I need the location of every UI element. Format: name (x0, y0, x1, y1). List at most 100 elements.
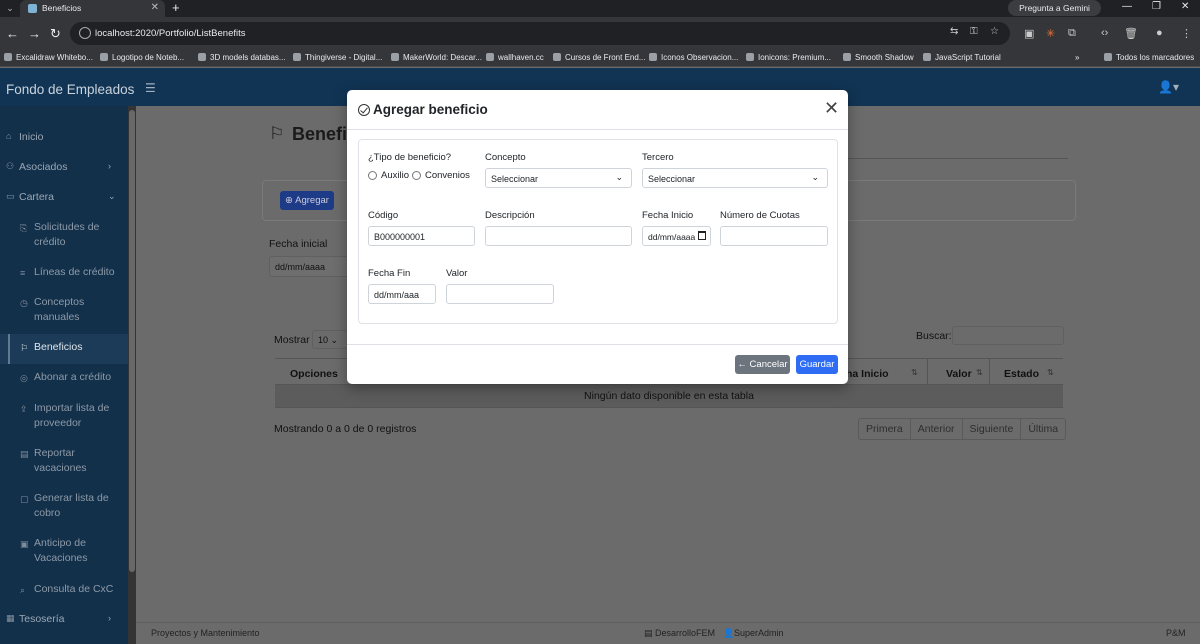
fecha-inicial-label: Fecha inicial (269, 238, 328, 250)
password-key-icon[interactable]: ⚿ (970, 26, 978, 37)
tab-title: Beneficios (42, 3, 82, 13)
gemini-button[interactable]: Pregunta a Gemini (1008, 0, 1101, 16)
bookmark-item[interactable]: wallhaven.cc (486, 53, 544, 62)
extension-asterisk-icon[interactable]: ✳ (1046, 27, 1055, 40)
bookmark-item[interactable]: Excalidraw Whitebo... (4, 53, 93, 62)
bookmark-item[interactable]: Iconos Observacion... (649, 53, 738, 62)
folder-icon (1104, 53, 1112, 61)
descripcion-input[interactable] (485, 226, 632, 246)
cancel-button[interactable]: ← Cancelar (735, 355, 790, 374)
search-icon: ⌕ (20, 585, 26, 595)
bookmark-item[interactable]: Cursos de Front End... (553, 53, 645, 62)
concepto-select[interactable]: Seleccionar ⌄ (485, 168, 632, 188)
page-length-select[interactable]: 10 ⌄ (312, 330, 348, 349)
radio-convenios[interactable] (412, 171, 421, 180)
descripcion-label: Descripción (485, 210, 535, 221)
reload-icon[interactable]: ↻ (50, 26, 61, 42)
radio-auxilio-label[interactable]: Auxilio (381, 170, 409, 181)
tercero-select[interactable]: Seleccionar ⌄ (642, 168, 828, 188)
calendar-icon[interactable] (698, 231, 706, 240)
bookmark-star-icon[interactable]: ☆ (990, 26, 999, 37)
chevron-down-icon: ⌄ (108, 191, 116, 201)
user-menu-icon[interactable]: 👤▾ (1158, 80, 1179, 94)
new-tab-icon[interactable]: + (172, 0, 180, 16)
sort-icon[interactable]: ⇅ (911, 368, 918, 377)
radio-convenios-label[interactable]: Convenios (425, 170, 470, 181)
app-brand[interactable]: Fondo de Empleados (6, 82, 134, 97)
sort-icon[interactable]: ⇅ (1047, 368, 1054, 377)
column-header-fecha-inicio[interactable]: ha Inicio (846, 368, 889, 380)
tercero-label: Tercero (642, 152, 674, 163)
fecha-inicial-input[interactable]: dd/mm/aaaa (269, 256, 353, 277)
profile-avatar-icon[interactable]: ● (1156, 27, 1163, 39)
all-bookmarks-folder[interactable]: Todos los marcadores (1104, 53, 1194, 62)
users-icon: ⚇ (6, 161, 15, 171)
bookmark-item[interactable]: Logotipo de Noteb... (100, 53, 184, 62)
column-header-valor[interactable]: Valor (946, 368, 972, 380)
translate-icon[interactable]: ⇆ (950, 26, 958, 37)
table-empty-row: Ningún dato disponible en esta tabla (275, 385, 1063, 408)
pagination-next[interactable]: Siguiente (963, 419, 1022, 439)
pagination-first[interactable]: Primera (859, 419, 911, 439)
modal-footer-divider (347, 344, 848, 345)
site-info-icon[interactable] (79, 27, 91, 39)
codigo-input[interactable]: B000000001 (368, 226, 475, 246)
column-header-opciones[interactable]: Opciones (290, 368, 338, 380)
wallet-icon: ▭ (6, 191, 15, 201)
fecha-fin-input[interactable]: dd/mm/aaa (368, 284, 436, 304)
valor-label: Valor (446, 268, 468, 279)
modal-title: Agregar beneficio (373, 102, 488, 117)
trash-icon[interactable]: 🗑 (1124, 27, 1138, 40)
numero-cuotas-input[interactable] (720, 226, 828, 246)
bookmark-icon (843, 53, 851, 61)
treasury-icon: ▦ (6, 613, 15, 623)
column-separator (989, 359, 990, 385)
save-button[interactable]: Guardar (796, 355, 838, 374)
pagination-last[interactable]: Última (1021, 419, 1065, 439)
menu-toggle-icon[interactable]: ☰ (145, 81, 156, 95)
tab-search-icon[interactable]: ⌄ (2, 1, 18, 16)
tab-close-icon[interactable]: ✕ (151, 2, 159, 13)
generate-icon: ▢ (20, 494, 29, 504)
import-icon: ⇪ (20, 404, 28, 414)
more-bookmarks-icon[interactable]: » (1075, 53, 1079, 62)
gemini-label: Pregunta a Gemini (1019, 3, 1090, 13)
chevron-right-icon: › (108, 613, 111, 623)
sort-icon[interactable]: ⇅ (976, 368, 983, 377)
pagination-previous[interactable]: Anterior (911, 419, 963, 439)
back-icon[interactable]: ← (6, 26, 19, 41)
codigo-label: Código (368, 210, 399, 221)
modal-close-icon[interactable]: ✕ (824, 98, 839, 118)
devtools-icon[interactable]: ‹› (1101, 27, 1108, 39)
browser-menu-icon[interactable]: ⋮ (1181, 27, 1192, 40)
bookmark-item[interactable]: Ionicons: Premium... (746, 53, 831, 62)
sidebar-scrollbar-thumb[interactable] (129, 110, 135, 572)
database-icon: ▤ (644, 628, 653, 638)
site-favicon-icon (28, 4, 37, 13)
advance-icon: ▣ (20, 539, 29, 549)
forward-icon[interactable]: → (28, 26, 41, 41)
bookmark-item[interactable]: MakerWorld: Descar... (391, 53, 482, 62)
add-benefit-button[interactable]: ⊕ Agregar (280, 191, 334, 210)
footer-right-text: P&M (1166, 628, 1186, 638)
url-field[interactable]: localhost:2020/Portfolio/ListBenefits ⇆ … (70, 22, 1010, 45)
search-input[interactable] (952, 326, 1064, 345)
fecha-inicio-input[interactable]: dd/mm/aaaa (642, 226, 711, 246)
valor-input[interactable] (446, 284, 554, 304)
column-header-estado[interactable]: Estado (1004, 368, 1039, 380)
close-window-icon[interactable]: ✕ (1181, 1, 1189, 12)
restore-icon[interactable]: ❐ (1152, 1, 1161, 12)
home-icon: ⌂ (6, 131, 12, 141)
bookmark-item[interactable]: JavaScript Tutorial (923, 53, 1001, 62)
bookmark-item[interactable]: 3D models databas... (198, 53, 286, 62)
extension-app-icon[interactable]: ▣ (1024, 27, 1034, 40)
address-bar: ← → ↻ localhost:2020/Portfolio/ListBenef… (0, 17, 1200, 50)
extensions-puzzle-icon[interactable]: ⧉ (1068, 27, 1076, 40)
bookmark-item[interactable]: Thingiverse - Digital... (293, 53, 382, 62)
app-footer: Proyectos y Mantenimiento ▤ DesarrolloFE… (136, 622, 1200, 644)
radio-auxilio[interactable] (368, 171, 377, 180)
footer-user: SuperAdmin (734, 628, 784, 638)
minimize-icon[interactable]: — (1122, 1, 1132, 12)
browser-tab[interactable]: Beneficios ✕ (20, 0, 165, 17)
bookmark-item[interactable]: Smooth Shadow (843, 53, 914, 62)
